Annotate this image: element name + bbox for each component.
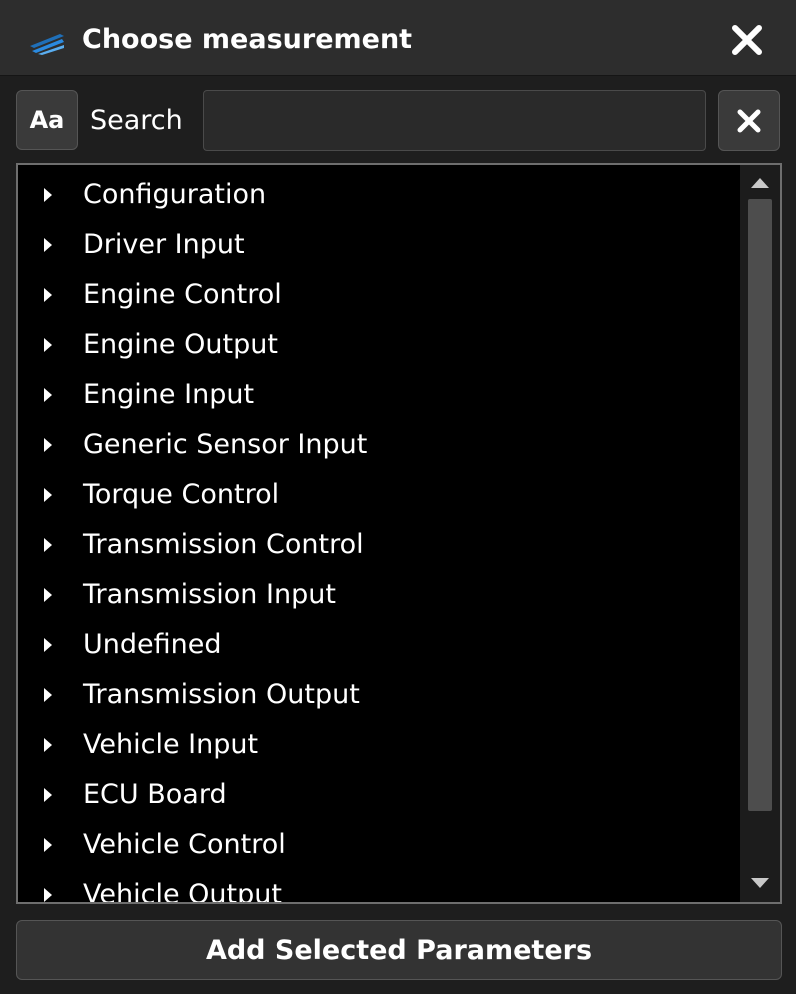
close-icon [737, 109, 761, 132]
match-case-button[interactable]: Aa [16, 90, 78, 150]
tree-item[interactable]: Transmission Input [18, 570, 738, 620]
expand-arrow-icon[interactable] [42, 337, 54, 353]
tree-list: Configuration Driver Input Engine Control E… [18, 170, 738, 904]
tree-item-label: Transmission Control [83, 529, 364, 560]
close-dialog-button[interactable] [726, 20, 768, 60]
expand-arrow-icon[interactable] [42, 287, 54, 303]
tree-item[interactable]: Engine Control [18, 270, 738, 320]
expand-arrow-icon[interactable] [42, 187, 54, 203]
tree-item-label: Configuration [83, 179, 267, 210]
expand-arrow-icon[interactable] [42, 237, 54, 253]
tree-item[interactable]: Transmission Output [18, 670, 738, 720]
tree-item-label: Generic Sensor Input [83, 429, 368, 460]
search-input[interactable] [203, 90, 706, 151]
expand-arrow-icon[interactable] [42, 887, 54, 903]
app-logo-icon [30, 34, 64, 55]
tree-item-label: Transmission Output [83, 679, 360, 710]
measurement-tree: Configuration Driver Input Engine Control E… [16, 163, 782, 904]
expand-arrow-icon[interactable] [42, 537, 54, 553]
close-icon [732, 25, 762, 55]
tree-item[interactable]: Vehicle Control [18, 820, 738, 870]
expand-arrow-icon[interactable] [42, 837, 54, 853]
tree-item[interactable]: Transmission Control [18, 520, 738, 570]
tree-item-label: Engine Output [83, 329, 278, 360]
tree-item[interactable]: Undefined [18, 620, 738, 670]
tree-item[interactable]: Generic Sensor Input [18, 420, 738, 470]
scrollbar-thumb[interactable] [748, 199, 772, 811]
tree-item[interactable]: Vehicle Output [18, 870, 738, 904]
tree-item-label: ECU Board [83, 779, 227, 810]
expand-arrow-icon[interactable] [42, 437, 54, 453]
scroll-up-arrow-icon[interactable] [749, 175, 771, 191]
tree-item[interactable]: Torque Control [18, 470, 738, 520]
scroll-down-arrow-icon[interactable] [749, 875, 771, 891]
expand-arrow-icon[interactable] [42, 387, 54, 403]
tree-item[interactable]: Engine Output [18, 320, 738, 370]
dialog-title: Choose measurement [82, 24, 413, 55]
tree-item-label: Driver Input [83, 229, 245, 260]
expand-arrow-icon[interactable] [42, 737, 54, 753]
tree-item[interactable]: Vehicle Input [18, 720, 738, 770]
tree-item-label: Transmission Input [83, 579, 336, 610]
expand-arrow-icon[interactable] [42, 487, 54, 503]
choose-measurement-dialog: Choose measurement Aa Search Configurati… [0, 0, 796, 994]
tree-item[interactable]: ECU Board [18, 770, 738, 820]
expand-arrow-icon[interactable] [42, 787, 54, 803]
expand-arrow-icon[interactable] [42, 687, 54, 703]
search-label: Search [90, 105, 183, 136]
tree-item-label: Undefined [83, 629, 222, 660]
tree-item[interactable]: Configuration [18, 170, 738, 220]
add-selected-parameters-button[interactable]: Add Selected Parameters [16, 920, 782, 980]
tree-item-label: Torque Control [83, 479, 280, 510]
tree-item[interactable]: Driver Input [18, 220, 738, 270]
vertical-scrollbar[interactable] [740, 165, 780, 902]
tree-item-label: Vehicle Control [83, 829, 286, 860]
tree-item-label: Vehicle Input [83, 729, 259, 760]
title-bar: Choose measurement [0, 0, 796, 76]
expand-arrow-icon[interactable] [42, 587, 54, 603]
tree-item-label: Vehicle Output [83, 879, 282, 904]
tree-item-label: Engine Input [83, 379, 255, 410]
tree-item[interactable]: Engine Input [18, 370, 738, 420]
expand-arrow-icon[interactable] [42, 637, 54, 653]
clear-search-button[interactable] [718, 90, 780, 151]
tree-item-label: Engine Control [83, 279, 282, 310]
